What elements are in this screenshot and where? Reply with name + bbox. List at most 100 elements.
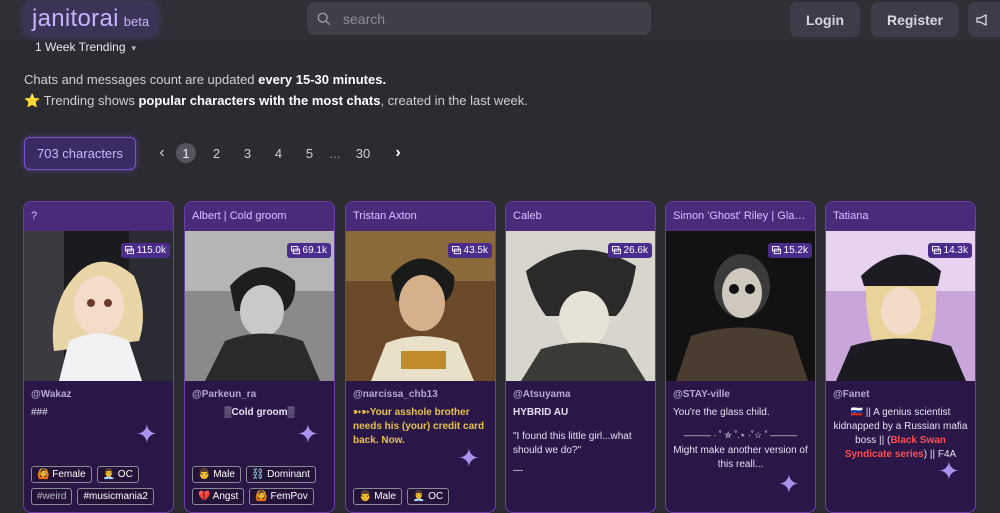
page-ellipsis: ... — [329, 145, 341, 161]
creator-link[interactable]: @Fanet — [833, 389, 968, 400]
card-description: "I found this little girl...what should … — [513, 431, 632, 456]
page-2[interactable]: 2 — [201, 146, 232, 161]
character-image[interactable]: 69.1k — [185, 231, 334, 381]
character-image[interactable]: 14.3k — [826, 231, 975, 381]
card-body: @STAY-ville You're the glass child. ——— … — [666, 381, 815, 512]
tag-fempov[interactable]: 🙆 FemPov — [249, 488, 314, 505]
sparkle-icon: ✦ — [136, 419, 158, 449]
tag-angst[interactable]: 💔 Angst — [192, 488, 245, 505]
character-card[interactable]: Simon 'Ghost' Riley | Glas... 15.2k @STA… — [665, 201, 816, 513]
character-image[interactable]: 15.2k — [666, 231, 815, 381]
card-title: Tatiana — [826, 202, 975, 231]
login-button[interactable]: Login — [790, 2, 860, 37]
chat-count-badge: 26.6k — [607, 243, 652, 258]
card-description: ➳➳Your asshole brother needs his (your) … — [353, 407, 485, 446]
tag-weird[interactable]: #weird — [31, 488, 73, 505]
chat-icon — [771, 246, 781, 255]
card-body: @Parkeun_ra ▒Cold groom▒ ✦ 👨 Male ⛓️ Dom… — [185, 381, 334, 512]
card-body: @Atsuyama HYBRID AU "I found this little… — [506, 381, 655, 512]
sparkle-icon: ✦ — [938, 456, 960, 486]
site-logo[interactable]: janitorai beta — [24, 2, 158, 36]
chat-count-badge: 69.1k — [286, 243, 331, 258]
tag-female[interactable]: 🙆 Female — [31, 466, 92, 483]
card-desc-divider: ——— · ˚ ✮ ˚.⋆ ·˚☆ ˚ ——— — [683, 430, 798, 440]
pagination: ‹ 1 2 3 4 5 ... 30 › — [153, 142, 407, 164]
tag-male[interactable]: 👨 Male — [353, 488, 402, 505]
sparkle-icon: ✦ — [778, 469, 800, 499]
top-navbar: janitorai beta Login Register — [0, 0, 1000, 40]
character-image[interactable]: 26.6k — [506, 231, 655, 381]
tag-oc[interactable]: 👨‍💼 OC — [96, 466, 139, 483]
chat-icon — [124, 246, 134, 255]
announcement-button[interactable] — [968, 2, 1000, 37]
info-line1-prefix: Chats and messages count are updated — [24, 72, 259, 87]
card-desc-extra: — — [513, 465, 523, 476]
tag-list: 👨 Male 👨‍💼 OC — [353, 488, 493, 505]
chat-icon — [290, 246, 300, 255]
card-body: @Fanet 🇷🇺 || A genius scientist kidnappe… — [826, 381, 975, 512]
page-5[interactable]: 5 — [294, 146, 325, 161]
logo-text: janitorai — [32, 5, 119, 32]
page-1[interactable]: 1 — [176, 143, 196, 163]
card-title: Tristan Axton — [346, 202, 495, 231]
card-description: You're the glass child. — [673, 407, 770, 418]
chat-count-badge: 115.0k — [120, 243, 170, 258]
character-image[interactable]: 43.5k — [346, 231, 495, 381]
sparkle-icon: ✦ — [458, 443, 480, 473]
creator-link[interactable]: @Parkeun_ra — [192, 389, 327, 400]
logo-beta-badge: beta — [123, 14, 150, 29]
page-4[interactable]: 4 — [263, 146, 294, 161]
tag-list: 🙆 Female 👨‍💼 OC #weird #musicmania2 — [31, 466, 171, 505]
card-title: Albert | Cold groom — [185, 202, 334, 231]
sort-label: 1 Week Trending — [35, 40, 126, 54]
character-card[interactable]: Albert | Cold groom 69.1k @Parkeun_ra ▒C… — [184, 201, 335, 513]
chat-count-value: 69.1k — [302, 245, 327, 256]
chat-icon — [931, 246, 941, 255]
creator-link[interactable]: @Atsuyama — [513, 389, 648, 400]
chat-count-value: 115.0k — [136, 245, 166, 256]
prev-page-icon[interactable]: ‹ — [153, 144, 171, 162]
chat-count-badge: 43.5k — [447, 243, 492, 258]
search-icon — [317, 12, 331, 25]
chat-count-badge: 14.3k — [927, 243, 972, 258]
tag-musicmania2[interactable]: #musicmania2 — [77, 488, 154, 505]
chat-count-value: 26.6k — [623, 245, 648, 256]
sparkle-icon: ✦ — [297, 419, 319, 449]
info-line1-bold: every 15-30 minutes. — [258, 72, 387, 87]
creator-link[interactable]: @STAY-ville — [673, 389, 808, 400]
character-card[interactable]: ? 115.0k @Wakaz ### ✦ 🙆 Female 👨‍💼 OC #w… — [23, 201, 174, 513]
register-button[interactable]: Register — [871, 2, 959, 37]
card-title: Simon 'Ghost' Riley | Glas... — [666, 202, 815, 231]
card-description: ▒Cold groom▒ — [224, 407, 295, 418]
chat-count-value: 43.5k — [463, 245, 488, 256]
chevron-down-icon: ▾ — [131, 43, 137, 53]
creator-link[interactable]: @narcissa_chb13 — [353, 389, 488, 400]
card-title: ? — [24, 202, 173, 231]
creator-link[interactable]: @Wakaz — [31, 389, 166, 400]
chat-icon — [451, 246, 461, 255]
megaphone-icon — [976, 13, 987, 26]
info-line2-suffix: , created in the last week. — [380, 93, 528, 108]
chat-count-badge: 15.2k — [767, 243, 812, 258]
tag-list: 👨 Male ⛓️ Dominant 💔 Angst 🙆 FemPov — [192, 466, 332, 505]
tag-dominant[interactable]: ⛓️ Dominant — [245, 466, 316, 483]
next-page-icon[interactable]: › — [389, 144, 407, 162]
card-description: 🇷🇺 || A genius scientist kidnapped by a … — [833, 406, 968, 462]
character-card[interactable]: Tristan Axton 43.5k @narcissa_chb13 ➳➳Yo… — [345, 201, 496, 513]
search-input[interactable] — [341, 9, 625, 28]
trending-sort-dropdown[interactable]: 1 Week Trending ▾ — [35, 40, 136, 54]
page-last[interactable]: 30 — [345, 146, 381, 161]
page-3[interactable]: 3 — [232, 146, 263, 161]
character-image[interactable]: 115.0k — [24, 231, 173, 381]
card-body: @Wakaz ### ✦ 🙆 Female 👨‍💼 OC #weird #mus… — [24, 381, 173, 512]
card-description: ### — [31, 407, 48, 418]
search-bar[interactable] — [307, 2, 651, 35]
card-desc-title: HYBRID AU — [513, 407, 569, 418]
character-card[interactable]: Tatiana 14.3k @Fanet 🇷🇺 || A genius scie… — [825, 201, 976, 513]
character-card[interactable]: Caleb 26.6k @Atsuyama HYBRID AU "I found… — [505, 201, 656, 513]
card-desc-extra: Might make another version of this reall… — [673, 445, 808, 470]
chat-icon — [611, 246, 621, 255]
tag-male[interactable]: 👨 Male — [192, 466, 241, 483]
info-line2-prefix: Trending shows — [40, 93, 139, 108]
tag-oc[interactable]: 👨‍💼 OC — [406, 488, 450, 505]
